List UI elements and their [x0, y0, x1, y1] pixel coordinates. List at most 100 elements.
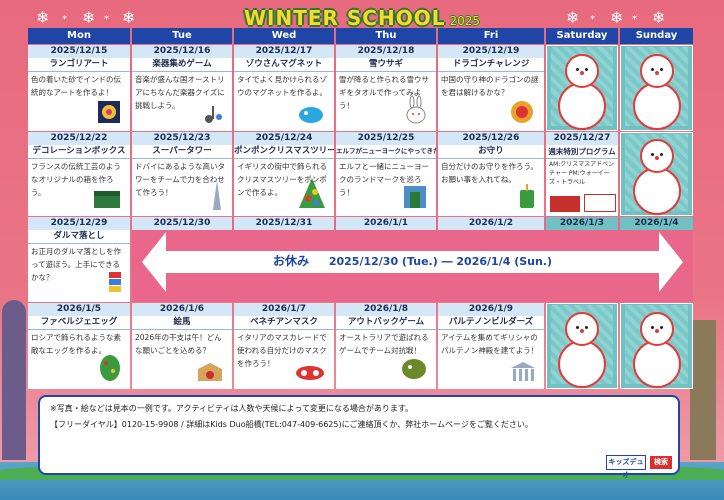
holiday-label: お休み	[272, 254, 309, 268]
day-cell[interactable]: 2025/12/29 ダルマ落とし お正月のダルマ落としを作って遊ぼう。上手にで…	[28, 217, 130, 302]
header-wed: Wed	[234, 28, 334, 44]
activity-desc: 2026年の干支は午！どんな願いごとを込める？	[135, 333, 222, 355]
day-cell[interactable]: 2025/12/25 エルフがニューヨークにやってきた エルフと一緒にニューヨー…	[336, 132, 436, 216]
decoration-box-icon	[94, 191, 120, 208]
activity-name: ゾウさんマグネット	[234, 58, 334, 72]
castle-tower-decoration	[2, 300, 26, 460]
day-cell[interactable]: 2026/1/8 アウトバックゲーム オーストラリアで遊ばれるゲームでチーム対抗…	[336, 303, 436, 389]
brand-search-field[interactable]: キッズデュオ	[606, 455, 646, 479]
snow-rabbit-icon	[406, 95, 426, 124]
snowman-icon	[632, 139, 681, 215]
tower-icon	[213, 180, 221, 210]
title-text: WINTER SCHOOL	[243, 6, 446, 30]
activity-name: ファベルジェエッグ	[28, 316, 130, 330]
faberge-egg-icon	[100, 355, 120, 381]
day-cell[interactable]: 2026/1/9 パルテノンビルダーズ アイテムを集めてギリシャのパルテノン神殿…	[438, 303, 544, 389]
day-date: 2025/12/30	[132, 217, 232, 230]
day-cell[interactable]: 2025/12/16 楽器集めゲーム 音楽が盛んな国オーストリアにちなんだ楽器ク…	[132, 45, 232, 131]
weekend-cell-sat	[546, 45, 618, 131]
special-program-cell[interactable]: 2025/12/27 週末特別プログラム AM:クリスマスアドベンチャー PM:…	[546, 132, 618, 216]
day-cell[interactable]: 2025/12/19 ドラゴンチャレンジ 中国の守り神のドラゴンの謎を君は解ける…	[438, 45, 544, 131]
australia-map-icon	[402, 359, 426, 379]
header-fri: Fri	[438, 28, 544, 44]
day-date: 2025/12/25	[336, 132, 436, 145]
day-date: 2026/1/9	[438, 303, 544, 316]
activity-name: ランゴリアート	[28, 58, 130, 72]
day-cell[interactable]: 2025/12/15 ランゴリアート 色の着いた砂でインドの伝統的なアートを作る…	[28, 45, 130, 131]
day-cell[interactable]: 2025/12/24 ポンポンクリスマスツリー イギリスの街中で飾られるクリスマ…	[234, 132, 334, 216]
day-date: 2026/1/3	[546, 217, 618, 230]
activity-desc: 中国の守り神のドラゴンの謎を君は解けるかな？	[441, 75, 539, 97]
world-travel-badge	[584, 194, 616, 212]
header-mon: Mon	[28, 28, 130, 44]
activity-name: ベネチアンマスク	[234, 316, 334, 330]
day-date: 2025/12/27	[546, 132, 618, 145]
day-cell[interactable]: 2025/12/26 お守り 自分だけのお守りを作ろう。お願い事を入れてね。	[438, 132, 544, 216]
day-date: 2026/1/7	[234, 303, 334, 316]
calendar-grid: Mon Tue Wed Thu Fri Saturday Sunday 2025…	[28, 28, 721, 390]
notes-panel: ※写真・絵などは見本の一例です。アクティビティは人数や天候によって変更になる場合…	[38, 395, 680, 475]
activity-name: アウトバックゲーム	[336, 316, 436, 330]
snowman-icon	[558, 312, 606, 388]
new-york-icon	[404, 186, 426, 208]
activity-name: パルテノンビルダーズ	[438, 316, 544, 330]
omamori-icon	[520, 184, 534, 208]
day-date: 2025/12/24	[234, 132, 334, 145]
day-cell[interactable]: 2026/1/6 絵馬 2026年の干支は午！どんな願いごとを込める？	[132, 303, 232, 389]
day-date: 2025/12/15	[28, 45, 130, 58]
day-date: 2025/12/23	[132, 132, 232, 145]
holiday-text: お休み 2025/12/30 (Tue.) ― 2026/1/4 (Sun.)	[132, 252, 693, 269]
dragon-icon	[511, 101, 533, 123]
christmas-adventure-badge	[550, 196, 580, 212]
day-cell[interactable]: 2026/1/5 ファベルジェエッグ ロシアで飾られるような素敵なエッグを作るよ…	[28, 303, 130, 389]
day-date: 2025/12/31	[234, 217, 334, 230]
activity-name: ドラゴンチャレンジ	[438, 58, 544, 72]
day-cell[interactable]: 2025/12/17 ゾウさんマグネット タイでよく見かけられるゾウのマグネット…	[234, 45, 334, 131]
day-date: 2025/12/22	[28, 132, 130, 145]
activity-desc: アイテムを集めてギリシャのパルテノン神殿を建てよう！	[441, 333, 539, 355]
day-cell[interactable]: 2025/12/22 デコレーションボックス フランスの伝統工芸のようなオリジナ…	[28, 132, 130, 216]
day-date: 2025/12/18	[336, 45, 436, 58]
snowman-icon	[632, 312, 681, 388]
day-date: 2025/12/17	[234, 45, 334, 58]
day-date: 2025/12/19	[438, 45, 544, 58]
activity-name: デコレーションボックス	[28, 145, 130, 159]
activity-name: ポンポンクリスマスツリー	[234, 145, 334, 159]
day-date: 2026/1/8	[336, 303, 436, 316]
search-button[interactable]: 検索	[649, 455, 673, 470]
ema-plaque-icon	[198, 363, 222, 381]
day-cell[interactable]: 2025/12/23 スーパータワー ドバイにあるような高いタワーをチームで力を…	[132, 132, 232, 216]
weekend-cell-sun	[620, 132, 693, 216]
activity-name: ダルマ落とし	[28, 230, 130, 244]
day-date: 2026/1/5	[28, 303, 130, 316]
weekend-cell-sun	[620, 303, 693, 389]
day-date: 2026/1/1	[336, 217, 436, 230]
day-date: 2025/12/16	[132, 45, 232, 58]
activity-desc: 色の着いた砂でインドの伝統的なアートを作るよ！	[31, 75, 121, 97]
header-tue: Tue	[132, 28, 232, 44]
holiday-range: 2025/12/30 (Tue.) ― 2026/1/4 (Sun.)	[328, 255, 553, 268]
day-cell[interactable]: 2026/1/7 ベネチアンマスク イタリアのマスカレードで使われる自分だけのマ…	[234, 303, 334, 389]
holiday-block: 2025/12/30 2025/12/31 2026/1/1 2026/1/2 …	[132, 217, 693, 302]
day-date: 2025/12/26	[438, 132, 544, 145]
holiday-arrow: お休み 2025/12/30 (Tue.) ― 2026/1/4 (Sun.)	[132, 231, 693, 302]
christmas-tree-icon	[299, 178, 325, 208]
day-cell[interactable]: 2025/12/18 雪ウサギ 雪が降ると作られる雪ウサギをタオルで作ってみよう…	[336, 45, 436, 131]
day-date: 2025/12/29	[28, 217, 130, 230]
rangoli-art-icon	[98, 101, 120, 123]
activity-name: 週末特別プログラム	[546, 145, 618, 159]
venetian-mask-icon	[296, 366, 324, 380]
elephant-magnet-icon	[299, 107, 323, 123]
header-sun: Sunday	[620, 28, 693, 44]
header-sat: Saturday	[546, 28, 618, 44]
snowman-icon	[632, 54, 681, 130]
weekend-cell-sun	[620, 45, 693, 131]
contact-line: 【フリーダイヤル】0120-15-9908 / 詳細はKids Duo船橋(TE…	[50, 420, 533, 429]
activity-desc: 自分だけのお守りを作ろう。お願い事を入れてね。	[441, 162, 539, 184]
activity-name: お守り	[438, 145, 544, 159]
music-note-icon	[205, 106, 222, 123]
activity-desc: タイでよく見かけられるゾウのマグネットを作るよ。	[237, 75, 327, 97]
parthenon-icon	[511, 362, 535, 381]
activity-name: エルフがニューヨークにやってきた	[336, 145, 436, 159]
activity-name: 絵馬	[132, 316, 232, 330]
